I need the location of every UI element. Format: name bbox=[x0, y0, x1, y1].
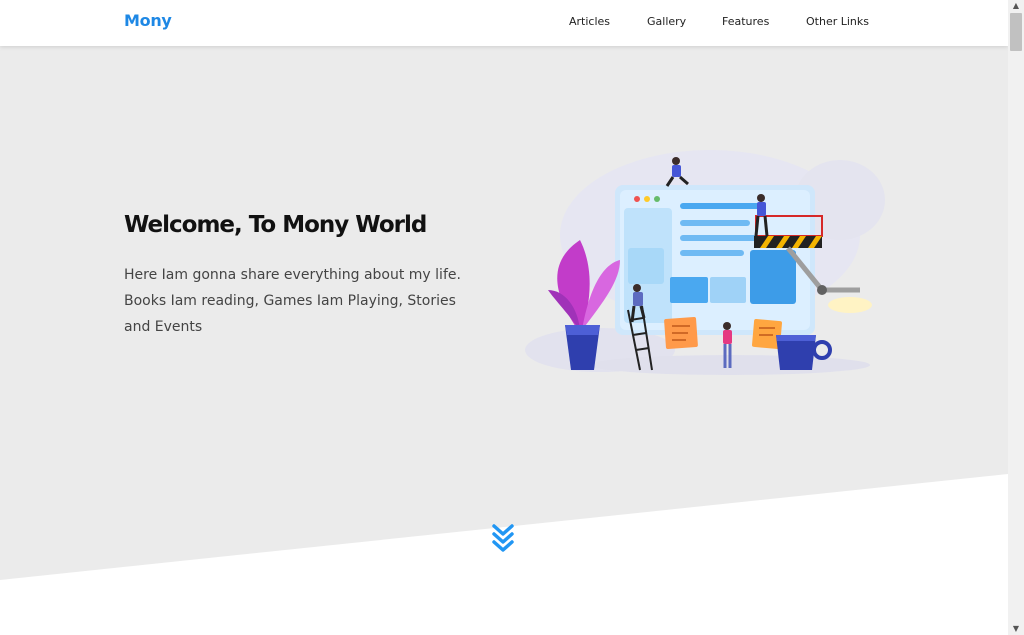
nav-link-gallery[interactable]: Gallery bbox=[647, 15, 686, 28]
double-chevron-down-icon[interactable] bbox=[492, 522, 514, 554]
scroll-down-arrow-icon[interactable]: ▼ bbox=[1008, 623, 1024, 635]
vertical-scrollbar[interactable]: ▲ ▼ bbox=[1008, 0, 1024, 635]
web-development-illustration bbox=[525, 150, 885, 375]
scroll-up-arrow-icon[interactable]: ▲ bbox=[1008, 0, 1024, 12]
logo[interactable]: Mony bbox=[124, 11, 172, 30]
hero-description: Here Iam gonna share everything about my… bbox=[124, 267, 461, 335]
hero-title: Welcome, To Mony World bbox=[124, 212, 427, 238]
nav-link-articles[interactable]: Articles bbox=[569, 15, 610, 28]
navbar: Mony Articles Gallery Features Other Lin… bbox=[0, 0, 1008, 46]
nav-link-other-links[interactable]: Other Links bbox=[806, 15, 869, 28]
scrollbar-thumb[interactable] bbox=[1010, 13, 1022, 51]
page: Mony Articles Gallery Features Other Lin… bbox=[0, 0, 1008, 635]
nav-link-features[interactable]: Features bbox=[722, 15, 769, 28]
